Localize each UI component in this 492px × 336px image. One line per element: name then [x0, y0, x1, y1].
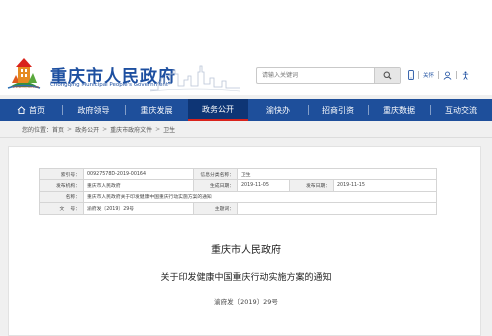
nav-home[interactable]: 首页: [0, 99, 62, 121]
index-number-label: 索引号：: [39, 167, 84, 181]
document-number: 渝府发〔2019〕29号: [214, 298, 278, 306]
breadcrumb-separator: >: [102, 125, 108, 133]
nav-data-label: 重庆数据: [383, 105, 415, 115]
category-label: 信息分类名称：: [193, 167, 238, 181]
document-meta-table: 索引号： 00927578D-2019-00164 信息分类名称： 卫生 发布机…: [39, 167, 437, 215]
home-icon: [17, 106, 26, 114]
published-date-value: 2019-11-15: [333, 179, 437, 192]
breadcrumb-home[interactable]: 首页: [52, 125, 64, 134]
nav-leaders[interactable]: 政府领导: [62, 99, 125, 121]
document-name-value: 重庆市人民政府关于印发健康中国重庆行动实施方案的通知: [83, 190, 437, 204]
document-title: 关于印发健康中国重庆行动实施方案的通知: [160, 273, 332, 283]
keywords-value: [237, 202, 437, 215]
breadcrumb-separator: >: [155, 125, 161, 133]
user-tool[interactable]: [443, 71, 452, 80]
issuer-value: 重庆市人民政府: [83, 179, 194, 192]
breadcrumb-prefix: 您的位置：: [22, 126, 53, 134]
search-box: [256, 67, 401, 84]
mobile-icon: [408, 70, 414, 80]
breadcrumb-separator: >: [67, 125, 73, 133]
care-mode-link[interactable]: 关怀: [423, 71, 434, 79]
nav-leaders-label: 政府领导: [77, 105, 110, 115]
nav-yukuaiban-label: 渝快办: [266, 105, 290, 115]
nav-government-affairs[interactable]: 政务公开: [188, 99, 248, 121]
created-date-label: 生成日期：: [193, 179, 238, 192]
breadcrumb-divider: [0, 137, 492, 138]
keywords-label: 主题词：: [193, 202, 238, 215]
breadcrumb-health[interactable]: 卫生: [163, 125, 175, 134]
nav-home-label: 首页: [29, 105, 45, 115]
meta-row: 发布机构： 重庆市人民政府 生成日期： 2019-11-05 发布日期： 201…: [39, 179, 437, 192]
breadcrumb-city-documents[interactable]: 重庆市政府文件: [110, 125, 152, 134]
nav-investment-label: 招商引资: [322, 105, 354, 115]
nav-interaction-label: 互动交流: [445, 105, 477, 115]
breadcrumb: 您的位置： 首页 > 政务公开 > 重庆市政府文件 > 卫生: [22, 124, 175, 134]
tool-divider: [438, 71, 440, 79]
logo-site-url: WWW.CQ.GOV.CN: [12, 85, 40, 89]
user-icon: [443, 71, 452, 80]
category-value: 卫生: [237, 167, 437, 181]
nav-yukuaiban[interactable]: 渝快办: [248, 99, 308, 121]
accessibility-icon: [462, 70, 469, 80]
tool-divider: [418, 71, 419, 79]
header-tools: 关怀: [408, 69, 474, 81]
search-input[interactable]: [257, 68, 375, 83]
mobile-tool[interactable]: [408, 70, 414, 80]
nav-development[interactable]: 重庆发展: [125, 99, 188, 121]
nav-investment[interactable]: 招商引资: [308, 99, 368, 121]
created-date-value: 2019-11-05: [237, 179, 290, 192]
nav-interaction[interactable]: 互动交流: [430, 99, 492, 121]
search-button[interactable]: [374, 68, 400, 83]
issuer-label: 发布机构：: [39, 179, 84, 192]
accessibility-tool[interactable]: [461, 70, 470, 80]
breadcrumb-government-affairs[interactable]: 政务公开: [75, 125, 99, 134]
nav-data[interactable]: 重庆数据: [368, 99, 430, 121]
care-mode-label: 关怀: [423, 73, 435, 79]
main-nav: 首页 政府领导 重庆发展 政务公开 渝快办 招商引资 重庆数据 互动交流: [0, 99, 492, 121]
document-issuer: 重庆市人民政府: [211, 245, 281, 256]
meta-row: 索引号： 00927578D-2019-00164 信息分类名称： 卫生: [39, 167, 437, 181]
skyline-decoration: [150, 65, 240, 92]
published-date-label: 发布日期：: [289, 179, 334, 192]
document-number-value: 渝府发〔2019〕29号: [83, 202, 194, 215]
search-icon: [383, 71, 392, 80]
nav-government-affairs-label: 政务公开: [202, 104, 234, 114]
meta-row: 名称： 重庆市人民政府关于印发健康中国重庆行动实施方案的通知: [39, 190, 437, 204]
tool-divider: [456, 71, 458, 79]
nav-development-label: 重庆发展: [140, 105, 173, 115]
document-name-label: 名称：: [39, 190, 84, 204]
meta-row: 文 号： 渝府发〔2019〕29号 主题词：: [39, 202, 437, 215]
document-number-label: 文 号：: [39, 202, 84, 215]
index-number-value: 00927578D-2019-00164: [83, 167, 194, 181]
